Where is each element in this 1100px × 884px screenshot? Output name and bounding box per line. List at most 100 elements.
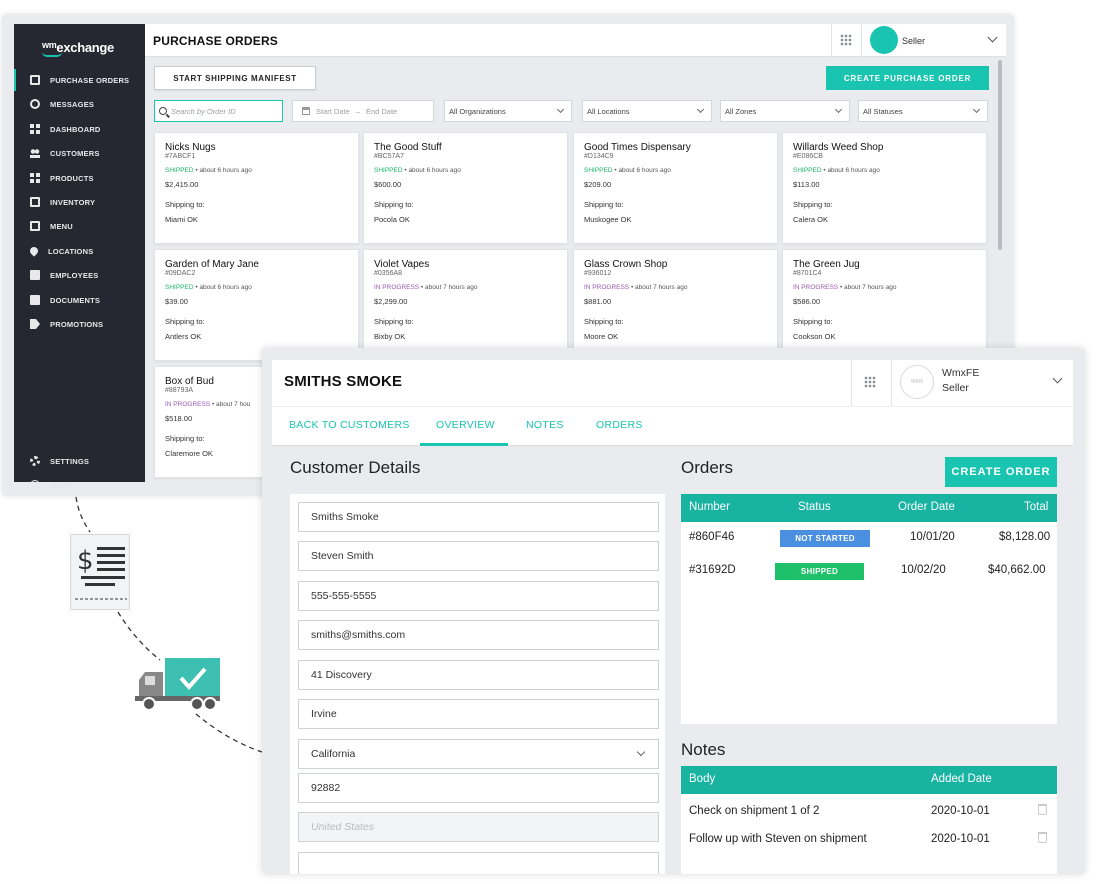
select-value: All Organizations (449, 106, 506, 116)
select-value: All Zones (725, 106, 757, 116)
status-badge: IN PROGRESS (793, 284, 839, 291)
card-order-id: #BC57A7 (374, 153, 404, 160)
create-order-button[interactable]: CREATE ORDER (945, 457, 1057, 487)
card-city: Bixby OK (374, 332, 406, 341)
customer-tabs: BACK TO CUSTOMERS OVERVIEW NOTES ORDERS (272, 406, 1073, 446)
table-header: Body Added Date (681, 766, 1057, 794)
card-customer-name: The Green Jug (793, 259, 860, 270)
card-customer-name: Good Times Dispensary (584, 142, 691, 153)
status-badge: IN PROGRESS (374, 284, 420, 291)
tab-overview[interactable]: OVERVIEW (436, 419, 495, 431)
address-field[interactable]: 41 Discovery (298, 660, 659, 690)
divider (831, 24, 832, 57)
card-city: Cookson OK (793, 332, 836, 341)
card-city: Moore OK (584, 332, 619, 341)
card-amount: $113.00 (793, 180, 820, 189)
zip-field[interactable]: 92882 (298, 773, 659, 803)
order-total: $8,128.00 (999, 531, 1051, 543)
order-card[interactable]: The Green Jug #8701C4 IN PROGRESS • abou… (782, 249, 987, 361)
country-field[interactable]: United States (298, 812, 659, 842)
status-badge: NOT STARTED (780, 530, 870, 547)
page-title: SMITHS SMOKE (284, 373, 403, 390)
trash-icon[interactable] (1038, 804, 1047, 815)
order-card[interactable]: Willards Weed Shop #E086CB SHIPPED • abo… (782, 132, 987, 244)
column-header: Number (689, 501, 730, 513)
chevron-down-icon (972, 105, 981, 114)
divider (851, 360, 852, 406)
apps-grid-icon[interactable] (864, 376, 876, 388)
avatar[interactable]: WMX (900, 365, 934, 399)
card-ship-label: Shipping to: (584, 317, 624, 326)
organizations-select[interactable]: All Organizations (444, 100, 572, 122)
note-body: Follow up with Steven on shipment (689, 833, 867, 845)
order-card[interactable]: Glass Crown Shop #936012 IN PROGRESS • a… (573, 249, 778, 361)
customer-details-form: Smiths Smoke Steven Smith 555-555-5555 s… (290, 494, 665, 874)
city-field[interactable]: Irvine (298, 699, 659, 729)
chevron-down-icon[interactable] (1052, 373, 1063, 384)
chevron-down-icon (834, 105, 843, 114)
table-row[interactable]: #860F46 NOT STARTED 10/01/20 $8,128.00 (681, 522, 1057, 554)
calendar-icon (302, 107, 310, 115)
delivery-truck-icon (135, 658, 223, 714)
card-city: Pocola OK (374, 215, 410, 224)
status-badge: SHIPPED (374, 167, 403, 174)
table-row[interactable]: Follow up with Steven on shipment 2020-1… (681, 824, 1057, 856)
column-header: Added Date (931, 773, 992, 785)
order-card[interactable]: Violet Vapes #0356A8 IN PROGRESS • about… (363, 249, 568, 361)
status-badge: SHIPPED (793, 167, 822, 174)
business-name-field[interactable]: Smiths Smoke (298, 502, 659, 532)
card-amount: $586.00 (793, 297, 821, 306)
status-badge: IN PROGRESS (584, 284, 630, 291)
end-date-placeholder: End Date (365, 106, 398, 116)
apps-grid-icon[interactable] (840, 34, 852, 46)
contact-name-field[interactable]: Steven Smith (298, 541, 659, 571)
order-total: $40,662.00 (988, 564, 1046, 576)
zones-select[interactable]: All Zones (720, 100, 850, 122)
order-date: 10/01/20 (910, 531, 955, 543)
workflow-path (75, 496, 263, 753)
locations-select[interactable]: All Locations (582, 100, 712, 122)
table-header: Number Status Order Date Total (681, 494, 1057, 522)
active-tab-indicator (420, 443, 508, 446)
tab-back-to-customers[interactable]: BACK TO CUSTOMERS (289, 419, 410, 431)
trash-icon[interactable] (1038, 832, 1047, 843)
order-number: #31692D (689, 564, 736, 576)
select-value: All Statuses (863, 106, 903, 116)
chevron-down-icon (556, 105, 565, 114)
column-header: Total (1024, 501, 1049, 513)
phone-field[interactable]: 555-555-5555 (298, 581, 659, 611)
note-date: 2020-10-01 (931, 805, 990, 817)
card-time: • about 6 hours ago (404, 167, 461, 174)
card-order-id: #0356A8 (374, 270, 403, 277)
table-row[interactable]: #31692D SHIPPED 10/02/20 $40,662.00 (681, 555, 1057, 587)
card-time: • about 6 hours ago (823, 167, 880, 174)
column-header: Status (798, 501, 831, 513)
order-card[interactable]: Good Times Dispensary #D134C9 SHIPPED • … (573, 132, 778, 244)
orders-table: Number Status Order Date Total #860F46 N… (681, 494, 1057, 724)
chevron-down-icon[interactable] (987, 32, 998, 43)
extra-field[interactable] (298, 852, 659, 874)
date-range-picker[interactable]: Start Date – End Date (292, 100, 434, 122)
statuses-select[interactable]: All Statuses (858, 100, 988, 122)
card-customer-name: The Good Stuff (374, 142, 442, 153)
divider (861, 24, 862, 57)
create-purchase-order-button[interactable]: CREATE PURCHASE ORDER (826, 66, 989, 90)
state-select[interactable]: California (298, 739, 659, 769)
scrollbar[interactable] (998, 60, 1002, 250)
customer-header: SMITHS SMOKE WMX WmxFE Seller (272, 360, 1073, 406)
tab-orders[interactable]: ORDERS (596, 419, 643, 431)
divider (891, 360, 892, 406)
status-badge: SHIPPED (775, 563, 864, 580)
email-field[interactable]: smiths@smiths.com (298, 620, 659, 650)
avatar[interactable] (870, 26, 898, 54)
order-number: #860F46 (689, 531, 735, 543)
card-amount: $881.00 (584, 297, 612, 306)
card-city: Calera OK (793, 215, 829, 224)
notes-heading: Notes (681, 740, 726, 759)
notes-table: Body Added Date Check on shipment 1 of 2… (681, 766, 1057, 874)
card-ship-label: Shipping to: (793, 200, 833, 209)
order-card[interactable]: The Good Stuff #BC57A7 SHIPPED • about 6… (363, 132, 568, 244)
card-ship-label: Shipping to: (374, 200, 414, 209)
card-city: Muskogee OK (584, 215, 632, 224)
tab-notes[interactable]: NOTES (526, 419, 564, 431)
